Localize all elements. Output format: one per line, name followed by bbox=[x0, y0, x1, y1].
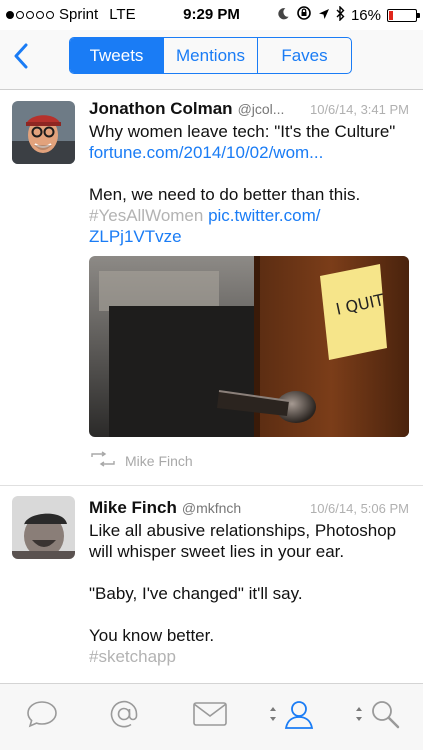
tweet-timestamp: 10/6/14, 3:41 PM bbox=[309, 102, 409, 117]
hashtag-link[interactable]: #sketchapp bbox=[89, 647, 176, 666]
tweet-content: Mike Finch @mkfnch 10/6/14, 5:06 PM Like… bbox=[89, 498, 409, 667]
battery-percentage: 16% bbox=[350, 6, 381, 24]
tab-faves[interactable]: Faves bbox=[257, 38, 351, 73]
tab-tweets[interactable]: Tweets bbox=[70, 38, 163, 73]
bottom-tab-bar bbox=[0, 683, 423, 750]
avatar[interactable] bbox=[12, 101, 75, 164]
tweet-item[interactable]: Mike Finch @mkfnch 10/6/14, 5:06 PM Like… bbox=[0, 486, 423, 683]
back-button[interactable] bbox=[6, 40, 36, 76]
author-handle: @mkfnch bbox=[181, 500, 242, 516]
updown-arrows-icon bbox=[355, 706, 363, 727]
tab-profile[interactable] bbox=[262, 698, 322, 734]
tweet-timestamp: 10/6/14, 5:06 PM bbox=[309, 501, 409, 516]
tweet-line: Men, we need to do better than this. bbox=[89, 185, 361, 204]
status-bar-right: 16% bbox=[277, 4, 420, 25]
retweet-icon bbox=[89, 451, 117, 470]
speech-bubble-icon bbox=[25, 699, 59, 734]
pic-link-continued[interactable]: ZLPj1VTvze bbox=[89, 227, 182, 246]
tab-messages[interactable] bbox=[188, 698, 232, 734]
location-arrow-icon bbox=[318, 7, 330, 24]
tab-search[interactable] bbox=[348, 698, 408, 734]
envelope-icon bbox=[192, 701, 228, 732]
navigation-bar: Tweets Mentions Faves bbox=[0, 30, 423, 90]
tweet-header: Jonathon Colman @jcol... 10/6/14, 3:41 P… bbox=[89, 99, 409, 121]
tweet-photo[interactable]: I QUIT bbox=[89, 256, 409, 437]
moon-icon bbox=[277, 7, 290, 24]
tweet-line: You know better. bbox=[89, 626, 215, 645]
sticky-note: I QUIT bbox=[320, 264, 387, 360]
tweet-content: Jonathon Colman @jcol... 10/6/14, 3:41 P… bbox=[89, 99, 409, 247]
at-sign-icon bbox=[108, 698, 140, 735]
profile-icon bbox=[283, 698, 315, 735]
tweet-item[interactable]: Jonathon Colman @jcol... 10/6/14, 3:41 P… bbox=[0, 91, 423, 486]
battery-icon bbox=[387, 8, 420, 22]
tab-mentions[interactable]: Mentions bbox=[163, 38, 257, 73]
status-bar: Sprint LTE 9:29 PM 16% bbox=[0, 0, 423, 30]
author-name[interactable]: Jonathon Colman bbox=[89, 99, 233, 119]
author-name[interactable]: Mike Finch bbox=[89, 498, 177, 518]
timeline-segmented-control: Tweets Mentions Faves bbox=[69, 37, 352, 74]
hashtag-link[interactable]: #YesAllWomen bbox=[89, 206, 203, 225]
tweet-text: Like all abusive relationships, Photosho… bbox=[89, 520, 409, 667]
tweet-header: Mike Finch @mkfnch 10/6/14, 5:06 PM bbox=[89, 498, 409, 520]
tweet-link[interactable]: fortune.com/2014/10/02/wom... bbox=[89, 143, 323, 162]
rotation-lock-icon bbox=[296, 5, 312, 25]
author-handle: @jcol... bbox=[237, 101, 285, 117]
tweet-line: Why women leave tech: "It's the Culture" bbox=[89, 122, 396, 141]
search-icon bbox=[369, 698, 401, 735]
chevron-left-icon bbox=[13, 43, 29, 74]
bluetooth-icon bbox=[336, 4, 345, 25]
battery-level-fill bbox=[389, 10, 394, 20]
tweet-line: "Baby, I've changed" it'll say. bbox=[89, 584, 303, 603]
avatar[interactable] bbox=[12, 496, 75, 559]
tweet-line: will whisper sweet lies in your ear. bbox=[89, 542, 345, 561]
retweet-attribution[interactable]: Mike Finch bbox=[89, 451, 193, 470]
retweeted-by-name: Mike Finch bbox=[125, 452, 193, 469]
tweet-feed[interactable]: Jonathon Colman @jcol... 10/6/14, 3:41 P… bbox=[0, 91, 423, 683]
tab-mentions-bar[interactable] bbox=[102, 698, 146, 734]
tab-timeline[interactable] bbox=[20, 698, 64, 734]
updown-arrows-icon bbox=[269, 706, 277, 727]
tweet-text: Why women leave tech: "It's the Culture"… bbox=[89, 121, 409, 247]
tweet-line: Like all abusive relationships, Photosho… bbox=[89, 521, 397, 540]
pic-link[interactable]: pic.twitter.com/ bbox=[208, 206, 320, 225]
